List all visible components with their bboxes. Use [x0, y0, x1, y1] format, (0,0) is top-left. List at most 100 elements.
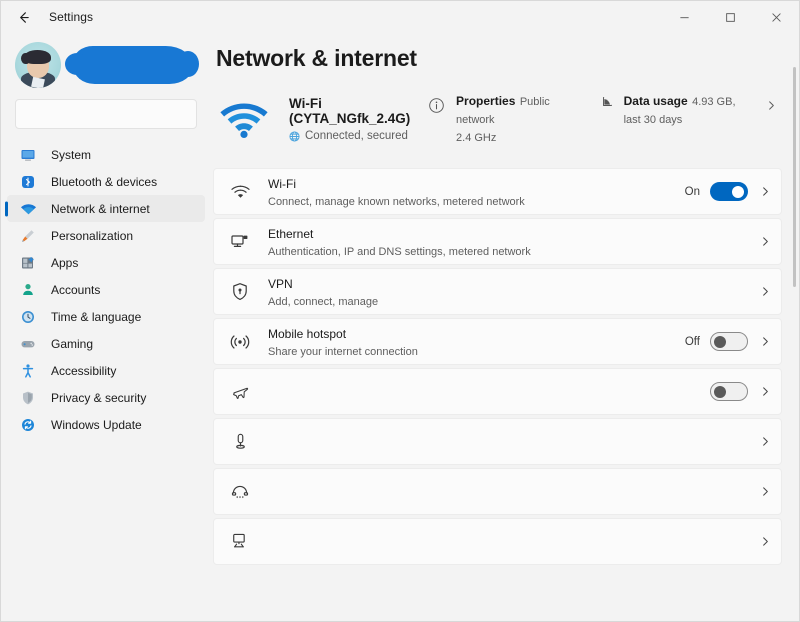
- wifi-icon: [228, 180, 252, 204]
- sidebar-item-privacy-security[interactable]: Privacy & security: [7, 384, 205, 411]
- paintbrush-icon: [17, 227, 39, 245]
- sidebar-item-gaming[interactable]: Gaming: [7, 330, 205, 357]
- proxy-icon: [228, 430, 252, 454]
- connection-status-text: Connected, secured: [305, 130, 408, 142]
- chevron-right-icon: [760, 186, 771, 197]
- chevron-right-icon: [760, 236, 771, 247]
- wifi-icon: [17, 200, 39, 218]
- app-title: Settings: [49, 10, 93, 24]
- list-item-airplane-mode[interactable]: [213, 368, 782, 415]
- sidebar-item-label: Network & internet: [51, 202, 150, 216]
- gamepad-icon: [17, 335, 39, 353]
- list-item-title: Ethernet: [268, 227, 313, 241]
- vpn-shield-icon: [228, 280, 252, 304]
- sidebar-item-system[interactable]: System: [7, 141, 205, 168]
- chevron-right-icon: [760, 436, 771, 447]
- sidebar-item-accessibility[interactable]: Accessibility: [7, 357, 205, 384]
- maximize-button[interactable]: [707, 1, 753, 33]
- back-arrow-icon: [16, 10, 31, 25]
- list-item-subtitle: Connect, manage known networks, metered …: [268, 196, 685, 208]
- apps-grid-icon: [17, 254, 39, 272]
- ethernet-icon: [228, 230, 252, 254]
- update-arrows-icon: [17, 416, 39, 434]
- header-cards: Properties Public network 2.4 GHz: [419, 88, 783, 150]
- sidebar-item-label: Bluetooth & devices: [51, 175, 157, 189]
- back-button[interactable]: [7, 1, 39, 33]
- list-item-title: Wi-Fi: [268, 177, 296, 191]
- data-usage-title: Data usage: [624, 94, 688, 108]
- sidebar-item-personalization[interactable]: Personalization: [7, 222, 205, 249]
- scrollbar-thumb[interactable]: [793, 67, 796, 287]
- list-item-wifi[interactable]: Wi-Fi Connect, manage known networks, me…: [213, 168, 782, 215]
- sidebar-item-apps[interactable]: Apps: [7, 249, 205, 276]
- sidebar-item-time-language[interactable]: Time & language: [7, 303, 205, 330]
- list-item-mobile-hotspot[interactable]: Mobile hotspot Share your internet conne…: [213, 318, 782, 365]
- info-circle-icon: [425, 94, 447, 116]
- wifi-signal-icon: [213, 96, 275, 142]
- minimize-button[interactable]: [661, 1, 707, 33]
- avatar: [15, 42, 61, 88]
- chevron-right-icon: [760, 336, 771, 347]
- list-item-subtitle: Add, connect, manage: [268, 296, 748, 308]
- pie-chart-icon: [593, 94, 615, 116]
- list-item-subtitle: Share your internet connection: [268, 346, 685, 358]
- sidebar-item-windows-update[interactable]: Windows Update: [7, 411, 205, 438]
- sidebar-item-network-internet[interactable]: Network & internet: [7, 195, 205, 222]
- wifi-toggle[interactable]: [710, 182, 748, 201]
- account-profile[interactable]: [1, 35, 211, 91]
- mobile-hotspot-icon: [228, 330, 252, 354]
- page-title: Network & internet: [216, 45, 799, 72]
- settings-window: Settings: [0, 0, 800, 622]
- list-item-vpn[interactable]: VPN Add, connect, manage: [213, 268, 782, 315]
- list-item-dial-up[interactable]: [213, 468, 782, 515]
- bluetooth-icon: [17, 173, 39, 191]
- airplane-icon: [228, 380, 252, 404]
- list-item-ethernet[interactable]: Ethernet Authentication, IP and DNS sett…: [213, 218, 782, 265]
- list-item-advanced-network-settings[interactable]: [213, 518, 782, 565]
- sidebar-item-accounts[interactable]: Accounts: [7, 276, 205, 303]
- sidebar-item-label: Apps: [51, 256, 78, 270]
- list-item-title: Mobile hotspot: [268, 327, 346, 341]
- chevron-right-icon: [760, 286, 771, 297]
- search-input[interactable]: [15, 99, 197, 129]
- dial-up-icon: [228, 480, 252, 504]
- properties-title: Properties: [456, 94, 515, 108]
- sidebar-item-label: Privacy & security: [51, 391, 146, 405]
- connection-summary: Wi-Fi (CYTA_NGfk_2.4G) Connected, secure…: [213, 88, 799, 150]
- shield-icon: [17, 389, 39, 407]
- sidebar-item-label: Time & language: [51, 310, 141, 324]
- clock-icon: [17, 308, 39, 326]
- close-button[interactable]: [753, 1, 799, 33]
- airplane-mode-toggle[interactable]: [710, 382, 748, 401]
- sidebar: System Bluetooth & devices: [1, 33, 211, 622]
- account-name-redacted: [73, 46, 193, 84]
- chevron-right-icon: [766, 100, 777, 111]
- main-content: Network & internet Wi-Fi (CYTA_NGfk_2.4G…: [211, 33, 799, 622]
- list-item-subtitle: Authentication, IP and DNS settings, met…: [268, 246, 748, 258]
- scrollbar[interactable]: [791, 67, 797, 622]
- monitor-icon: [17, 146, 39, 164]
- chevron-right-icon: [760, 536, 771, 547]
- advanced-network-icon: [228, 530, 252, 554]
- connection-text: Wi-Fi (CYTA_NGfk_2.4G) Connected, secure…: [289, 96, 419, 142]
- mobile-hotspot-toggle[interactable]: [710, 332, 748, 351]
- list-item-proxy[interactable]: [213, 418, 782, 465]
- sidebar-item-label: System: [51, 148, 91, 162]
- chevron-right-icon: [760, 386, 771, 397]
- sidebar-item-label: Accounts: [51, 283, 100, 297]
- sidebar-item-label: Accessibility: [51, 364, 116, 378]
- globe-icon: [289, 131, 300, 142]
- accessibility-person-icon: [17, 362, 39, 380]
- sidebar-item-bluetooth-devices[interactable]: Bluetooth & devices: [7, 168, 205, 195]
- person-icon: [17, 281, 39, 299]
- sidebar-item-label: Windows Update: [51, 418, 142, 432]
- chevron-right-icon: [760, 486, 771, 497]
- properties-sub-line2: 2.4 GHz: [456, 132, 496, 144]
- properties-card[interactable]: Properties Public network 2.4 GHz: [419, 88, 565, 150]
- sidebar-item-label: Gaming: [51, 337, 93, 351]
- title-bar: Settings: [1, 1, 799, 33]
- window-controls: [661, 1, 799, 33]
- wifi-toggle-state: On: [685, 186, 700, 198]
- data-usage-card[interactable]: Data usage 4.93 GB, last 30 days: [587, 88, 783, 132]
- list-item-title: VPN: [268, 277, 293, 291]
